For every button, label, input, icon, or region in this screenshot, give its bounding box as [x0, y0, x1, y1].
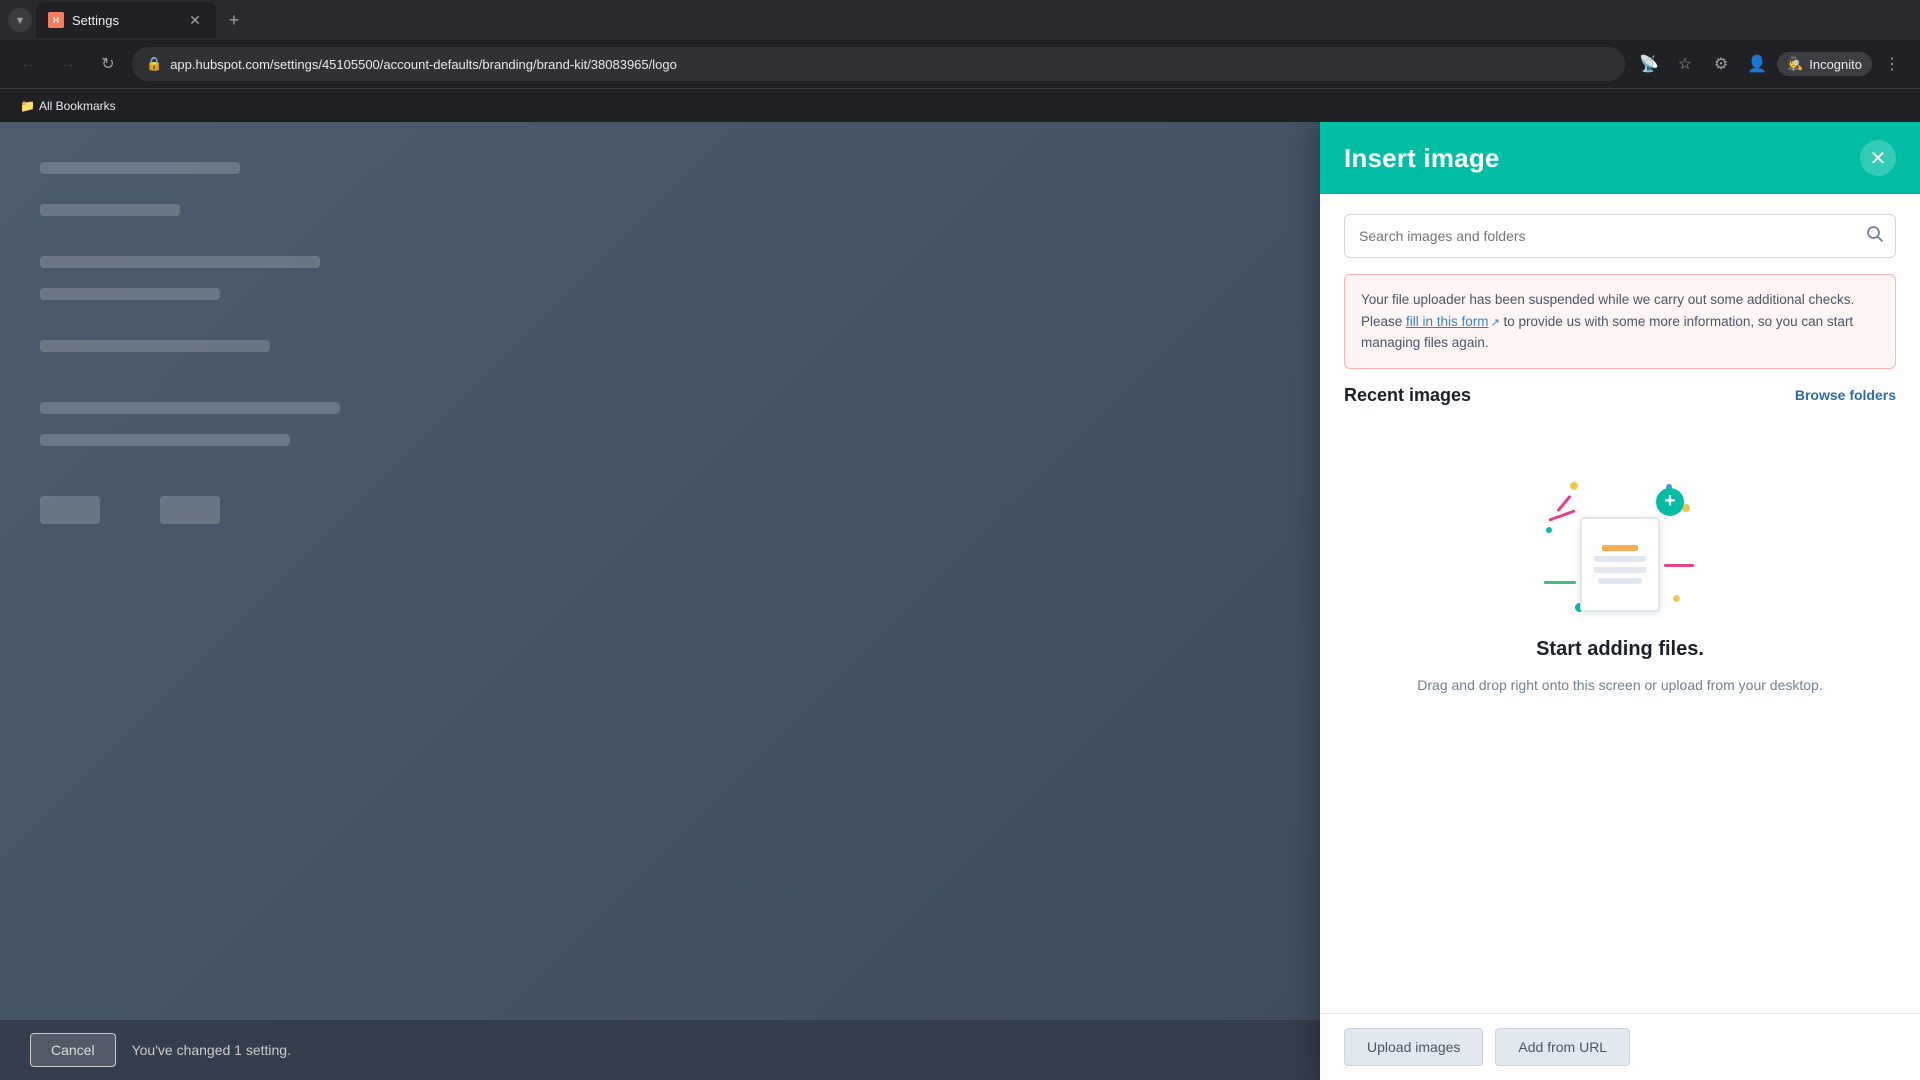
add-from-url-button[interactable]: Add from URL [1495, 1028, 1630, 1066]
folder-icon: 📁 [20, 99, 35, 113]
bookmarks-bar: 📁 All Bookmarks [0, 88, 1920, 122]
file-line-3 [1594, 567, 1646, 573]
customize-icon[interactable]: ⚙ [1705, 48, 1737, 80]
new-tab-button[interactable]: + [220, 6, 248, 34]
deco-line-3 [1544, 581, 1576, 584]
fill-form-link[interactable]: fill in this form [1406, 314, 1489, 329]
file-illustration: + [1540, 462, 1700, 622]
browse-folders-link[interactable]: Browse folders [1795, 387, 1896, 403]
settings-btn-2 [160, 496, 220, 524]
modal-footer: Upload images Add from URL [1320, 1013, 1920, 1080]
refresh-button[interactable]: ↻ [92, 48, 124, 80]
file-document [1580, 517, 1660, 612]
settings-row-2 [40, 204, 180, 216]
search-icon [1866, 225, 1884, 243]
modal-body: Your file uploader has been suspended wh… [1320, 194, 1920, 1013]
section-header: Recent images Browse folders [1344, 385, 1896, 406]
settings-btn-1 [40, 496, 100, 524]
forward-button[interactable]: → [52, 48, 84, 80]
settings-row-4 [40, 288, 220, 300]
file-line-1 [1602, 545, 1638, 551]
add-file-badge: + [1656, 488, 1684, 516]
external-link-icon: ↗ [1491, 317, 1500, 329]
incognito-label: Incognito [1809, 57, 1862, 72]
profile-icon[interactable]: 👤 [1741, 48, 1773, 80]
url-text: app.hubspot.com/settings/45105500/accoun… [170, 57, 1611, 72]
tab-bar: ▾ H Settings ✕ + [0, 0, 1920, 40]
sparkle-dot-2 [1546, 527, 1552, 533]
active-tab: H Settings ✕ [36, 2, 216, 38]
bookmarks-label: All Bookmarks [39, 99, 116, 113]
section-title: Recent images [1344, 385, 1471, 406]
modal-close-button[interactable]: ✕ [1860, 140, 1896, 176]
settings-row-5 [40, 340, 270, 352]
tab-menu-button[interactable]: ▾ [8, 8, 32, 32]
search-input[interactable] [1344, 214, 1896, 258]
incognito-indicator: 🕵 Incognito [1777, 52, 1872, 76]
incognito-icon: 🕵 [1787, 56, 1803, 72]
sparkle-dot-1 [1570, 482, 1578, 490]
search-button[interactable] [1866, 225, 1884, 248]
bookmark-star-icon[interactable]: ☆ [1669, 48, 1701, 80]
extensions-icon[interactable]: ⋮ [1876, 48, 1908, 80]
deco-line-4 [1664, 564, 1694, 567]
empty-state: + Start adding files. Drag and drop righ… [1344, 422, 1896, 713]
warning-box: Your file uploader has been suspended wh… [1344, 274, 1896, 369]
cancel-button[interactable]: Cancel [30, 1033, 116, 1067]
search-container [1344, 214, 1896, 258]
modal-header: Insert image ✕ [1320, 122, 1920, 194]
changed-setting-text: You've changed 1 setting. [132, 1042, 291, 1058]
address-bar[interactable]: 🔒 app.hubspot.com/settings/45105500/acco… [132, 47, 1625, 81]
empty-subtitle: Drag and drop right onto this screen or … [1417, 677, 1822, 693]
settings-row-6 [40, 402, 340, 414]
modal-title: Insert image [1344, 143, 1500, 174]
address-bar-row: ← → ↻ 🔒 app.hubspot.com/settings/4510550… [0, 40, 1920, 88]
page-content: Cancel You've changed 1 setting. Insert … [0, 122, 1920, 1080]
file-line-2 [1594, 556, 1646, 562]
upload-images-button[interactable]: Upload images [1344, 1028, 1483, 1066]
empty-title: Start adding files. [1536, 638, 1704, 661]
deco-line-1 [1548, 509, 1575, 521]
file-line-4 [1598, 578, 1642, 584]
browser-chrome: ▾ H Settings ✕ + ← → ↻ 🔒 app.hubspot.com… [0, 0, 1920, 122]
sparkle-dot-5 [1673, 595, 1680, 602]
cast-icon[interactable]: 📡 [1633, 48, 1665, 80]
settings-row-3 [40, 256, 320, 268]
back-button[interactable]: ← [12, 48, 44, 80]
settings-row-1 [40, 162, 240, 174]
tab-title: Settings [72, 13, 119, 28]
deco-line-2 [1556, 495, 1571, 512]
bookmark-folder-icon[interactable]: 📁 All Bookmarks [12, 95, 124, 117]
insert-image-modal: Insert image ✕ Your file uploader has be… [1320, 122, 1920, 1080]
tab-favicon: H [48, 12, 64, 28]
settings-row-7 [40, 434, 290, 446]
tab-close-button[interactable]: ✕ [186, 11, 204, 29]
toolbar-icons: 📡 ☆ ⚙ 👤 🕵 Incognito ⋮ [1633, 48, 1908, 80]
lock-icon: 🔒 [146, 56, 162, 72]
